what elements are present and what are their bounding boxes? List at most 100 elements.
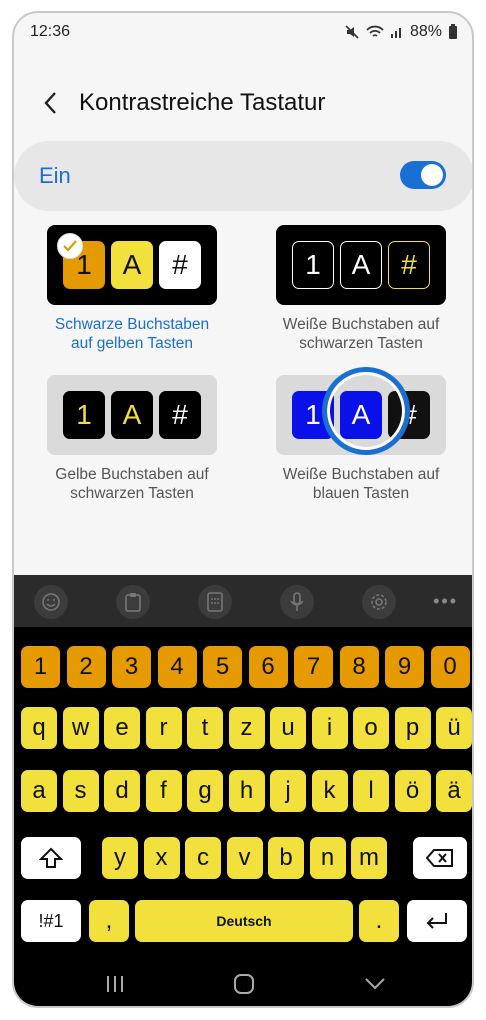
key-m[interactable]: m [351, 837, 387, 879]
back-button[interactable] [36, 87, 64, 119]
period-key[interactable]: . [359, 900, 399, 942]
key-4[interactable]: 4 [157, 646, 197, 688]
key-d[interactable]: d [104, 770, 140, 812]
settings-icon[interactable] [362, 585, 396, 619]
key-y[interactable]: y [102, 837, 138, 879]
home-icon[interactable] [229, 969, 259, 999]
key-ü[interactable]: ü [436, 707, 472, 749]
key-g[interactable]: g [187, 770, 223, 812]
key-t[interactable]: t [187, 707, 223, 749]
key-f[interactable]: f [145, 770, 182, 812]
key-w[interactable]: w [62, 707, 99, 749]
caption-line: Gelbe Buchstaben auf [55, 466, 209, 483]
battery-percent: 88% [409, 23, 442, 40]
key-i[interactable]: i [311, 707, 348, 749]
key-c[interactable]: c [185, 837, 221, 879]
page-title: Kontrastreiche Tastatur [79, 89, 326, 116]
key-ä[interactable]: ä [436, 770, 472, 812]
key-ö[interactable]: ö [394, 770, 431, 812]
navigation-bar [14, 957, 472, 1006]
clipboard-icon[interactable] [116, 585, 150, 619]
key-o[interactable]: o [353, 707, 389, 749]
header: Kontrastreiche Tastatur [14, 83, 472, 123]
keyboard: !#1 , Deutsch . 1234567890 qwertzuiopü asd… [14, 627, 472, 957]
preview-white-on-black: 1 A # [276, 225, 446, 305]
key-0[interactable]: 0 [430, 646, 470, 688]
key-1[interactable]: 1 [21, 646, 60, 688]
preview-key: # [388, 241, 430, 289]
key-r[interactable]: r [145, 707, 182, 749]
status-icons: 88% [344, 23, 458, 41]
key-5[interactable]: 5 [203, 646, 242, 688]
keyboard-toolbar: ••• [14, 575, 472, 627]
key-q[interactable]: q [21, 707, 57, 749]
mic-icon[interactable] [280, 585, 314, 619]
tap-highlight-circle [322, 367, 410, 455]
selected-check-icon [57, 233, 83, 259]
caption-line: Schwarze Buchstaben [54, 316, 210, 333]
key-7[interactable]: 7 [294, 646, 333, 688]
preview-key: 1 [63, 391, 105, 439]
option-caption: Gelbe Buchstaben auf schwarzen Tasten [47, 465, 217, 503]
comma-key[interactable]: , [89, 900, 129, 942]
preview-key: 1 [292, 241, 334, 289]
backspace-key[interactable] [413, 837, 467, 879]
option-yellow-on-black[interactable]: 1 A # Gelbe Buchstaben auf schwarzen Tas… [47, 375, 217, 503]
shift-key[interactable] [21, 837, 81, 879]
option-white-on-black[interactable]: 1 A # Weiße Buchstaben auf schwarzen Tas… [276, 225, 446, 353]
mute-icon [344, 24, 360, 40]
emoji-icon[interactable] [34, 585, 68, 619]
chevron-left-icon [44, 92, 56, 114]
phone-screen: 12:36 88% Kontrastreiche Tastatur Ein 1 … [12, 11, 474, 1008]
preview-black-on-yellow: 1 A # [47, 225, 217, 305]
space-key[interactable]: Deutsch [135, 900, 353, 942]
caption-line: schwarzen Tasten [299, 335, 423, 352]
key-8[interactable]: 8 [339, 646, 379, 688]
option-black-on-yellow[interactable]: 1 A # Schwarze Buchstaben auf gelben Tas… [47, 225, 217, 353]
toggle-row[interactable]: Ein [14, 141, 472, 211]
keypad-icon[interactable] [198, 585, 232, 619]
wifi-icon [366, 24, 384, 40]
key-n[interactable]: n [309, 837, 346, 879]
key-z[interactable]: z [228, 707, 265, 749]
key-j[interactable]: j [270, 770, 306, 812]
key-x[interactable]: x [143, 837, 180, 879]
status-time: 12:36 [30, 23, 71, 40]
key-v[interactable]: v [226, 837, 263, 879]
key-6[interactable]: 6 [248, 646, 288, 688]
caption-line: schwarzen Tasten [70, 485, 194, 502]
key-9[interactable]: 9 [385, 646, 424, 688]
caption-line: Weiße Buchstaben auf [282, 466, 440, 483]
caption-line: Weiße Buchstaben auf [282, 316, 440, 333]
preview-key: A [111, 241, 153, 289]
key-e[interactable]: e [104, 707, 140, 749]
enter-icon [426, 913, 447, 929]
symbols-key[interactable]: !#1 [21, 900, 81, 942]
key-l[interactable]: l [353, 770, 389, 812]
back-nav-icon[interactable] [360, 969, 390, 999]
key-3[interactable]: 3 [112, 646, 151, 688]
option-caption: Weiße Buchstaben auf schwarzen Tasten [276, 315, 446, 353]
key-k[interactable]: k [311, 770, 348, 812]
caption-line: blauen Tasten [312, 485, 410, 502]
battery-icon [448, 24, 458, 40]
recent-apps-icon[interactable] [100, 969, 130, 999]
option-caption: Weiße Buchstaben auf blauen Tasten [276, 465, 446, 503]
key-a[interactable]: a [21, 770, 57, 812]
toggle-label: Ein [39, 163, 71, 188]
key-b[interactable]: b [268, 837, 304, 879]
backspace-icon [426, 849, 453, 867]
master-toggle-switch[interactable] [400, 161, 446, 189]
status-bar: 12:36 88% [14, 13, 472, 53]
preview-key: A [340, 241, 382, 289]
key-h[interactable]: h [228, 770, 265, 812]
more-icon[interactable]: ••• [433, 591, 458, 612]
option-caption: Schwarze Buchstaben auf gelben Tasten [47, 315, 217, 353]
key-p[interactable]: p [394, 707, 431, 749]
key-s[interactable]: s [62, 770, 99, 812]
key-u[interactable]: u [270, 707, 306, 749]
enter-key[interactable] [407, 900, 467, 942]
preview-yellow-on-black: 1 A # [47, 375, 217, 455]
key-2[interactable]: 2 [66, 646, 106, 688]
shift-arrow-icon [39, 847, 63, 868]
